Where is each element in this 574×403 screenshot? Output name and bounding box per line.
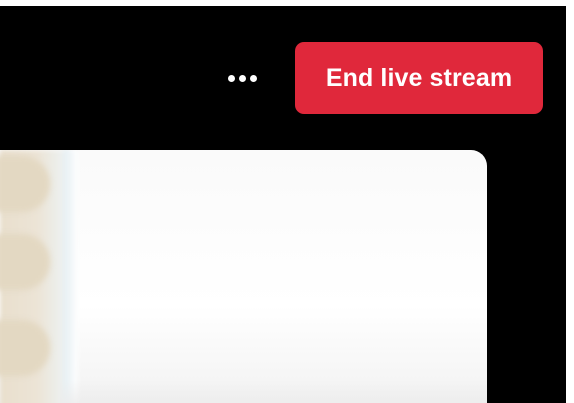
ellipsis-dot [227, 74, 235, 82]
ellipsis-icon [227, 74, 257, 82]
end-live-stream-button[interactable]: End live stream [295, 42, 543, 114]
preview-shadow [60, 380, 487, 403]
more-options-button[interactable] [220, 64, 264, 92]
window-frame [64, 150, 78, 403]
camera-preview [0, 150, 487, 403]
ellipsis-dot [249, 74, 257, 82]
live-stream-stage: End live stream [0, 6, 566, 403]
ellipsis-dot [238, 74, 246, 82]
